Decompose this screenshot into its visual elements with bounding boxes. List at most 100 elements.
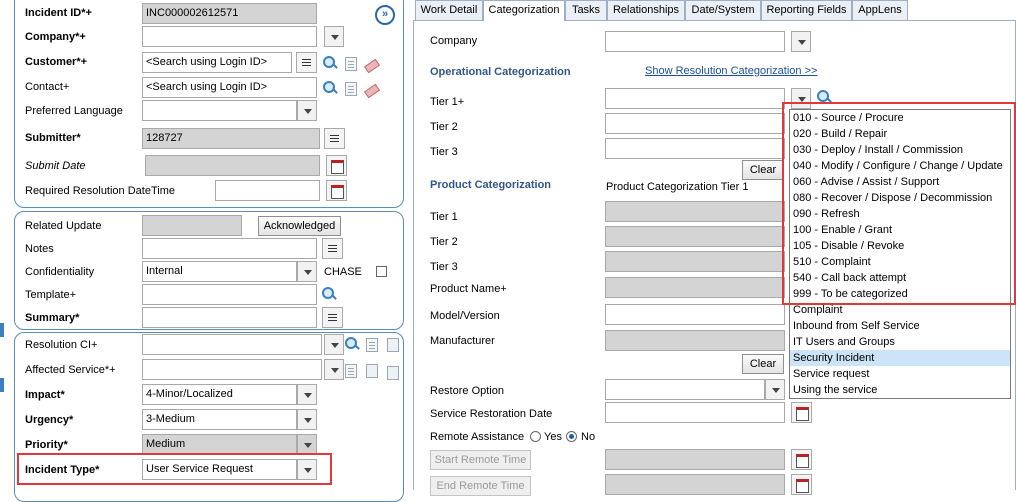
acknowledged-button[interactable]: Acknowledged <box>258 216 341 236</box>
restore-option-field[interactable] <box>605 379 765 400</box>
company-dropdown-arrow[interactable] <box>324 26 344 47</box>
end-remote-calendar-button[interactable] <box>791 474 812 495</box>
tab-date-system[interactable]: Date/System <box>685 0 761 20</box>
affected-service-details-icon[interactable] <box>345 364 357 378</box>
tab-relationships[interactable]: Relationships <box>607 0 685 20</box>
left-edge-marker-2 <box>0 378 4 392</box>
incident-id-label: Incident ID*+ <box>25 7 92 19</box>
affected-service-field[interactable] <box>142 359 322 380</box>
chase-checkbox[interactable] <box>376 266 387 277</box>
tab-tasks[interactable]: Tasks <box>565 0 607 20</box>
impact-dropdown-arrow[interactable] <box>297 384 317 405</box>
preferred-language-field[interactable] <box>142 100 297 121</box>
summary-field[interactable] <box>142 307 317 328</box>
cat-company-field[interactable] <box>605 31 785 52</box>
resolution-ci-dropdown-arrow[interactable] <box>324 334 344 355</box>
contact-details-icon[interactable] <box>345 82 357 96</box>
show-resolution-categorization-link[interactable]: Show Resolution Categorization >> <box>645 65 817 77</box>
impact-field[interactable]: 4-Minor/Localized <box>142 384 297 405</box>
tier2-field[interactable] <box>605 113 785 134</box>
submitter-list-button[interactable] <box>324 128 345 149</box>
confidentiality-field[interactable]: Internal <box>142 261 297 282</box>
template-field[interactable] <box>142 284 317 305</box>
model-version-label: Model/Version <box>430 310 500 322</box>
contact-search-icon[interactable] <box>322 80 338 96</box>
remote-assistance-yes-radio[interactable] <box>530 431 541 442</box>
incident-id-field: INC000002612571 <box>142 3 317 24</box>
start-remote-time-field <box>605 449 785 470</box>
remote-assistance-no-radio[interactable] <box>566 431 577 442</box>
remote-assistance-yes-label: Yes <box>544 431 562 443</box>
customer-search-input[interactable]: <Search using Login ID> <box>142 52 292 73</box>
required-resolution-calendar-button[interactable] <box>326 180 347 201</box>
affected-service-map-icon[interactable] <box>387 366 399 380</box>
manufacturer-label: Manufacturer <box>430 335 495 347</box>
cat-company-label: Company <box>430 35 478 47</box>
related-update-field <box>142 215 242 236</box>
dropdown-option[interactable]: Service request <box>790 366 1010 382</box>
customer-list-button[interactable] <box>296 52 317 73</box>
dropdown-option[interactable]: Inbound from Self Service <box>790 318 1010 334</box>
chase-label: CHASE <box>324 266 362 278</box>
product-name-label: Product Name+ <box>430 283 507 295</box>
affected-service-dropdown-arrow[interactable] <box>324 359 344 380</box>
start-remote-calendar-button[interactable] <box>791 449 812 470</box>
product-tier1-label: Tier 1 <box>430 211 458 223</box>
notes-list-button[interactable] <box>322 238 343 259</box>
confidentiality-label: Confidentiality <box>25 266 95 278</box>
service-restoration-date-field[interactable] <box>605 402 785 423</box>
template-search-icon[interactable] <box>321 286 337 302</box>
cat-company-dropdown-arrow[interactable] <box>791 31 811 52</box>
tab-categorization[interactable]: Categorization <box>483 0 565 21</box>
urgency-field[interactable]: 3-Medium <box>142 409 297 430</box>
tab-work-detail[interactable]: Work Detail <box>415 0 483 20</box>
model-version-field[interactable] <box>605 304 785 325</box>
customer-details-icon[interactable] <box>345 57 357 71</box>
remote-assistance-no-label: No <box>581 431 596 443</box>
dropdown-option[interactable]: Using the service <box>790 382 1010 398</box>
company-field[interactable] <box>142 26 317 47</box>
end-remote-time-button[interactable]: End Remote Time <box>430 476 531 496</box>
end-remote-time-field <box>605 474 785 495</box>
restore-option-label: Restore Option <box>430 385 504 397</box>
notes-field[interactable] <box>142 238 317 259</box>
urgency-dropdown-arrow[interactable] <box>297 409 317 430</box>
start-remote-time-button[interactable]: Start Remote Time <box>430 450 531 470</box>
tier3-field[interactable] <box>605 138 785 159</box>
summary-list-button[interactable] <box>322 307 343 328</box>
customer-search-icon[interactable] <box>322 55 338 71</box>
service-restoration-calendar-button[interactable] <box>791 402 812 423</box>
product-clear-button[interactable]: Clear <box>742 354 784 374</box>
resolution-ci-field[interactable] <box>142 334 322 355</box>
tier2-label: Tier 2 <box>430 121 458 133</box>
tab-applens[interactable]: AppLens <box>852 0 908 20</box>
incident-type-highlight <box>17 453 332 485</box>
dropdown-option[interactable]: IT Users and Groups <box>790 334 1010 350</box>
tier1-field[interactable] <box>605 88 785 109</box>
resolution-ci-search-icon[interactable] <box>344 336 360 352</box>
preferred-language-dropdown-arrow[interactable] <box>297 100 317 121</box>
operational-clear-button[interactable]: Clear <box>742 160 784 180</box>
submitter-field: 128727 <box>142 128 320 149</box>
submit-date-calendar-button[interactable] <box>326 155 347 176</box>
resolution-ci-details-icon[interactable] <box>366 338 378 352</box>
submit-date-label: Submit Date <box>25 160 86 172</box>
resolution-ci-tree-icon[interactable] <box>387 338 399 352</box>
related-update-label: Related Update <box>25 220 102 232</box>
urgency-label: Urgency* <box>25 414 74 426</box>
affected-service-tree-icon[interactable] <box>366 364 378 378</box>
priority-field: Medium <box>142 434 297 455</box>
product-tier1-field <box>605 201 785 222</box>
expand-button[interactable]: » <box>375 5 395 25</box>
confidentiality-dropdown-arrow[interactable] <box>297 261 317 282</box>
restore-option-dropdown-arrow[interactable] <box>765 379 785 400</box>
customer-label: Customer*+ <box>25 56 88 68</box>
tier3-label: Tier 3 <box>430 146 458 158</box>
submit-date-field <box>145 155 320 176</box>
tab-reporting-fields[interactable]: Reporting Fields <box>761 0 852 20</box>
product-categorization-title: Product Categorization <box>430 179 552 191</box>
required-resolution-field[interactable] <box>215 180 320 201</box>
dropdown-option-selected[interactable]: Security Incident <box>790 350 1010 366</box>
contact-search-input[interactable]: <Search using Login ID> <box>142 77 317 98</box>
product-tier2-field <box>605 226 785 247</box>
